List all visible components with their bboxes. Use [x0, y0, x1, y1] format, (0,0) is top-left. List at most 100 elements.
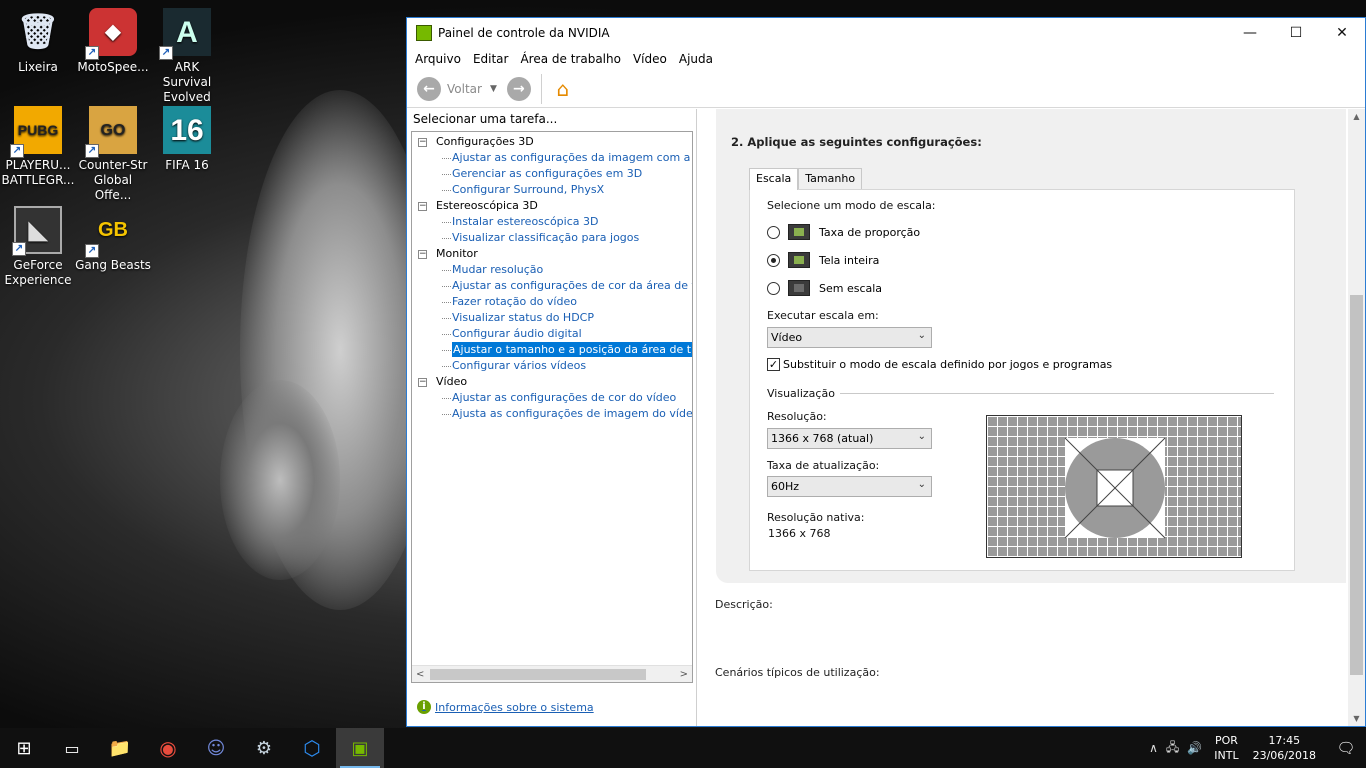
override-scaling-checkbox[interactable]: ✓ Substituir o modo de escala definido p…	[767, 358, 1112, 371]
tree-item[interactable]: Ajustar as configurações da imagem com a…	[412, 150, 692, 166]
tree-item[interactable]: Mudar resolução	[412, 262, 692, 278]
ark-icon: A ↗	[159, 8, 211, 60]
taskbar-nvidia-control-panel[interactable]: ▣	[336, 728, 384, 768]
back-arrow-icon[interactable]: ←	[417, 76, 441, 101]
taskbar-app-cube[interactable]: ⬡	[288, 728, 336, 768]
tree-category-3d[interactable]: − Configurações 3D	[412, 134, 692, 150]
scroll-up-icon[interactable]: ▲	[1348, 112, 1365, 121]
input-language[interactable]: POR INTL	[1214, 733, 1238, 763]
desktop-icon-csgo[interactable]: GO ↗ Counter-Str Global Offe...	[75, 106, 151, 203]
menu-area-de-trabalho[interactable]: Área de trabalho	[514, 52, 627, 66]
notification-center-icon[interactable]: 🗨	[1326, 728, 1366, 768]
maximize-button[interactable]: ☐	[1273, 18, 1319, 48]
desktop-icon-gang-beasts[interactable]: GB ↗ Gang Beasts	[75, 206, 151, 273]
back-button-label[interactable]: Voltar	[447, 82, 482, 96]
network-icon[interactable]: 🖧	[1166, 738, 1179, 759]
tab-strip: Escala Tamanho	[749, 168, 863, 190]
desktop-icon-lixeira[interactable]: 🗑 Lixeira	[0, 8, 76, 75]
task-tree: − Configurações 3D Ajustar as configuraçõ…	[411, 131, 693, 683]
tree-category-monitor[interactable]: − Monitor	[412, 246, 692, 262]
tree-item[interactable]: Instalar estereoscópica 3D	[412, 214, 692, 230]
collapse-icon[interactable]: −	[418, 250, 427, 259]
clock[interactable]: 17:45 23/06/2018	[1253, 733, 1316, 763]
menu-arquivo[interactable]: Arquivo	[409, 52, 467, 66]
resolution-select[interactable]: 1366 x 768 (atual) ⌄	[767, 428, 932, 449]
desktop-icon-label: Gang Beasts	[75, 258, 151, 272]
tree-item[interactable]: Ajustar as configurações de cor do vídeo	[412, 390, 692, 406]
scroll-right-icon[interactable]: >	[680, 669, 688, 680]
steam-icon: ⚙	[255, 737, 273, 759]
collapse-icon[interactable]: −	[418, 138, 427, 147]
radio-taxa-de-proporcao[interactable]: Taxa de proporção	[767, 224, 920, 240]
menu-bar: Arquivo Editar Área de trabalho Vídeo Aj…	[407, 48, 1365, 70]
collapse-icon[interactable]: −	[418, 378, 427, 387]
tree-item[interactable]: Ajustar as configurações de cor da área …	[412, 278, 692, 294]
tab-tamanho[interactable]: Tamanho	[798, 168, 863, 189]
perform-scaling-select[interactable]: Vídeo ⌄	[767, 327, 932, 348]
refresh-rate-select[interactable]: 60Hz ⌄	[767, 476, 932, 497]
show-hidden-icons-chevron-icon[interactable]: ∧	[1149, 741, 1158, 755]
pubg-icon: PUBG ↗	[10, 106, 62, 158]
tree-item[interactable]: Visualizar status do HDCP	[412, 310, 692, 326]
scroll-down-icon[interactable]: ▼	[1348, 714, 1365, 723]
volume-icon[interactable]: 🔊	[1187, 741, 1202, 755]
home-icon[interactable]: ⌂	[550, 76, 576, 102]
tree-item[interactable]: Ajusta as configurações de imagem do víd…	[412, 406, 692, 422]
scroll-left-icon[interactable]: <	[416, 669, 424, 680]
scrollbar-thumb[interactable]	[1350, 295, 1363, 675]
taskbar-chrome[interactable]: ◉	[144, 728, 192, 768]
menu-editar[interactable]: Editar	[467, 52, 515, 66]
tree-category-stereo[interactable]: − Estereoscópica 3D	[412, 198, 692, 214]
desktop-icon-geforce[interactable]: ◣ ↗ GeForce Experience	[0, 206, 76, 288]
tab-escala[interactable]: Escala	[749, 168, 799, 190]
tree-horizontal-scrollbar[interactable]: < >	[412, 665, 692, 682]
chevron-down-icon: ⌄	[917, 330, 926, 341]
taskbar-file-explorer[interactable]: 📁	[96, 728, 144, 768]
desktop-icon-ark[interactable]: A ↗ ARK Survival Evolved	[149, 8, 225, 105]
start-button[interactable]: ⊞	[0, 728, 48, 768]
task-view-button[interactable]: ▭	[48, 728, 96, 768]
tree-item[interactable]: Fazer rotação do vídeo	[412, 294, 692, 310]
collapse-icon[interactable]: −	[418, 202, 427, 211]
checkbox-checked[interactable]: ✓	[767, 358, 780, 371]
step-title: 2. Aplique as seguintes configurações:	[731, 135, 982, 149]
chrome-icon: ◉	[159, 736, 177, 760]
taskbar-discord[interactable]: ☺	[192, 728, 240, 768]
nvidia-control-panel-window: Painel de controle da NVIDIA — ☐ ✕ Arqui…	[406, 17, 1366, 727]
forward-arrow-icon[interactable]: →	[506, 76, 531, 101]
radio-button[interactable]	[767, 225, 780, 239]
radio-sem-escala[interactable]: Sem escala	[767, 280, 882, 296]
menu-ajuda[interactable]: Ajuda	[673, 52, 719, 66]
title-bar[interactable]: Painel de controle da NVIDIA — ☐ ✕	[407, 18, 1365, 48]
desktop-icon-label: MotoSpee...	[77, 60, 149, 74]
minimize-button[interactable]: —	[1227, 18, 1273, 48]
close-button[interactable]: ✕	[1319, 18, 1365, 48]
csgo-icon: GO ↗	[85, 106, 137, 158]
nvidia-icon: ▣	[351, 737, 369, 759]
window-title: Painel de controle da NVIDIA	[438, 26, 610, 40]
scrollbar-thumb[interactable]	[430, 668, 646, 680]
radio-button[interactable]	[767, 281, 780, 295]
tree-item[interactable]: Configurar áudio digital	[412, 326, 692, 342]
desktop-icon-pubg[interactable]: PUBG ↗ PLAYERU... BATTLEGR...	[0, 106, 76, 188]
shortcut-arrow-icon: ↗	[85, 46, 99, 60]
taskbar-steam[interactable]: ⚙	[240, 728, 288, 768]
tree-category-video[interactable]: − Vídeo	[412, 374, 692, 390]
tree-item[interactable]: Visualizar classificação para jogos	[412, 230, 692, 246]
history-dropdown-icon[interactable]: ▼	[490, 84, 497, 94]
tree-item[interactable]: Configurar vários vídeos	[412, 358, 692, 374]
radio-tela-inteira[interactable]: Tela inteira	[767, 252, 879, 268]
tree-item[interactable]: Gerenciar as configurações em 3D	[412, 166, 692, 182]
fullscreen-scale-icon	[788, 252, 810, 268]
radio-button-selected[interactable]	[767, 253, 780, 267]
desktop-icon-motospeed[interactable]: ◆ ↗ MotoSpee...	[75, 8, 151, 75]
tree-item-selected[interactable]: Ajustar o tamanho e a posição da área de…	[412, 342, 692, 358]
desktop-icon-fifa[interactable]: 16 FIFA 16	[149, 106, 225, 173]
perform-scaling-label: Executar escala em:	[767, 309, 879, 322]
desktop-icon-label: ARK Survival Evolved	[162, 60, 212, 104]
content-vertical-scrollbar[interactable]: ▲ ▼	[1348, 109, 1365, 726]
system-info-link[interactable]: i Informações sobre o sistema	[417, 700, 594, 714]
tree-item[interactable]: Configurar Surround, PhysX	[412, 182, 692, 198]
menu-video[interactable]: Vídeo	[627, 52, 673, 66]
content-pane: 2. Aplique as seguintes configurações: E…	[698, 109, 1365, 726]
